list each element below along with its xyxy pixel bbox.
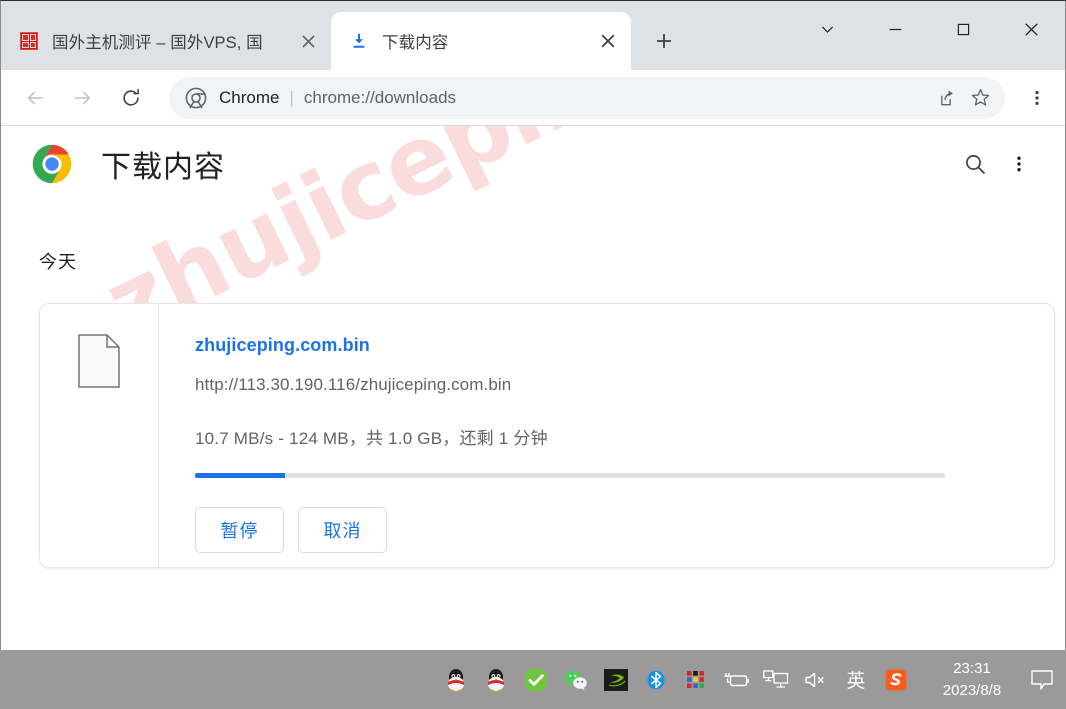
chrome-icon	[185, 87, 207, 109]
tab-title: 国外主机测评 – 国外VPS, 国	[52, 34, 263, 52]
checkmark-icon[interactable]	[516, 659, 556, 701]
arrow-left-icon	[27, 91, 44, 104]
qq-icon-2[interactable]	[476, 659, 516, 701]
share-button[interactable]	[929, 81, 963, 115]
back-button[interactable]	[15, 78, 55, 118]
green-check-icon	[525, 668, 547, 691]
battery-charging-icon[interactable]	[716, 659, 756, 701]
nvidia-logo-icon	[604, 668, 628, 691]
tab-close-button[interactable]	[593, 26, 623, 56]
browser-toolbar: Chrome | chrome://downloads	[1, 70, 1065, 126]
omnibox-chip-label: Chrome	[219, 87, 280, 107]
windows-taskbar: 英 23:31 2023/8/8	[0, 650, 1066, 709]
download-file-name-link[interactable]: zhujiceping.com.bin	[195, 335, 1054, 356]
close-icon	[301, 34, 315, 48]
sogou-icon[interactable]	[876, 659, 916, 701]
ime-icon[interactable]: 英	[836, 659, 876, 701]
download-status-text: 10.7 MB/s - 124 MB，共 1.0 GB，还剩 1 分钟	[195, 429, 548, 448]
tab-strip: 国外主机测评 – 国外VPS, 国 下载内容	[1, 1, 1065, 70]
notification-center-button[interactable]	[1018, 650, 1066, 709]
close-icon	[601, 34, 615, 48]
bluetooth-icon	[647, 670, 665, 689]
chevron-down-icon	[821, 26, 833, 33]
window-controls	[793, 1, 1065, 57]
downloads-page: zhujiceping.com 下载内容	[1, 126, 1065, 650]
browser-window: 国外主机测评 – 国外VPS, 国 下载内容 Chrome | chrome:/…	[0, 0, 1066, 650]
downloads-menu-button[interactable]	[997, 142, 1041, 186]
volume-muted-icon[interactable]	[796, 659, 836, 701]
new-tab-button[interactable]	[645, 22, 683, 60]
download-item-card[interactable]: zhujiceping.com.bin http://113.30.190.11…	[39, 303, 1055, 568]
ime-label: 英	[846, 670, 866, 692]
taskbar-clock[interactable]: 23:31 2023/8/8	[926, 658, 1018, 702]
wechat-icon[interactable]	[556, 659, 596, 701]
color-grid-icon	[687, 670, 704, 688]
qq-penguin-icon	[448, 668, 464, 691]
system-tray: 英	[436, 659, 916, 701]
forward-button[interactable]	[63, 78, 103, 118]
bluetooth-icon[interactable]	[636, 659, 676, 701]
download-progress-fill	[195, 473, 285, 478]
app-grid-icon[interactable]	[676, 659, 716, 701]
chrome-logo-icon	[32, 144, 72, 184]
download-source-url: http://113.30.190.116/zhujiceping.com.bi…	[195, 375, 512, 394]
tab-search-button[interactable]	[793, 1, 861, 57]
notification-icon	[1031, 669, 1053, 690]
square-icon	[957, 23, 969, 35]
maximize-button[interactable]	[929, 1, 997, 57]
star-icon	[971, 88, 989, 106]
more-vertical-icon	[1035, 90, 1039, 105]
omnibox-separator: |	[289, 87, 294, 107]
more-vertical-icon	[1017, 156, 1021, 172]
download-icon	[353, 33, 365, 48]
download-details: zhujiceping.com.bin http://113.30.190.11…	[159, 304, 1054, 567]
qq-icon[interactable]	[436, 659, 476, 701]
close-window-button[interactable]	[997, 1, 1065, 57]
nvidia-icon[interactable]	[596, 659, 636, 701]
pause-download-button[interactable]: 暂停	[195, 507, 284, 553]
plus-icon	[657, 34, 671, 48]
search-downloads-button[interactable]	[953, 142, 997, 186]
search-icon	[966, 155, 985, 174]
file-icon	[78, 334, 120, 388]
reload-button[interactable]	[111, 78, 151, 118]
qq-penguin-icon	[488, 668, 504, 691]
monitor-network-icon	[763, 669, 789, 688]
arrow-right-icon	[74, 91, 91, 104]
speaker-mute-icon	[805, 672, 824, 687]
share-icon	[941, 90, 953, 105]
download-group-label: 今天	[39, 252, 77, 272]
omnibox-url-text: chrome://downloads	[303, 87, 457, 107]
bookmark-button[interactable]	[963, 81, 997, 115]
minimize-button[interactable]	[861, 1, 929, 57]
wechat-icon	[565, 670, 587, 690]
cross-icon	[1024, 22, 1038, 36]
battery-plug-icon	[724, 672, 749, 686]
download-actions: 暂停 取消	[195, 507, 1054, 553]
browser-menu-button[interactable]	[1019, 80, 1055, 116]
page-title: 下载内容	[101, 151, 225, 184]
tab-close-button[interactable]	[293, 26, 323, 56]
downloads-page-header: 下载内容	[1, 126, 1065, 202]
sogou-logo-icon	[885, 669, 907, 690]
cancel-download-button[interactable]: 取消	[298, 507, 387, 553]
clock-time: 23:31	[953, 659, 991, 677]
address-bar[interactable]: Chrome | chrome://downloads	[169, 76, 1005, 119]
file-icon-cell	[40, 304, 159, 567]
tab-inactive[interactable]: 国外主机测评 – 国外VPS, 国	[1, 12, 331, 70]
site-favicon-icon	[19, 31, 39, 51]
download-tab-favicon-icon	[349, 31, 369, 51]
clock-date: 2023/8/8	[942, 681, 1002, 699]
download-progress-bar	[195, 473, 945, 478]
reload-icon	[123, 88, 139, 106]
minus-icon	[889, 28, 901, 30]
tab-active[interactable]: 下载内容	[331, 12, 631, 70]
tab-title: 下载内容	[382, 34, 449, 52]
network-icon[interactable]	[756, 659, 796, 701]
